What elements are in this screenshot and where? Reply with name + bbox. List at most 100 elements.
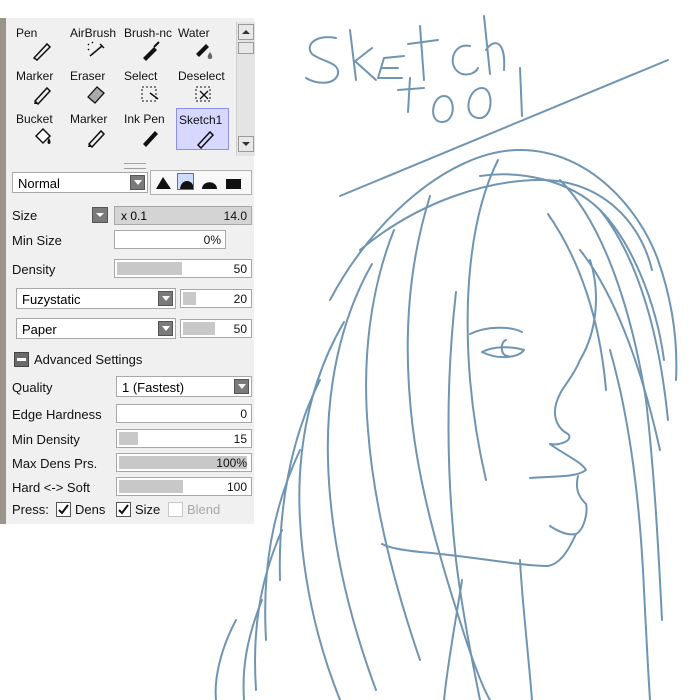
texture-strength-fill <box>183 292 196 305</box>
size-multiplier-dropdown[interactable] <box>92 207 108 223</box>
hard-soft-value: 100 <box>226 480 247 494</box>
chevron-down-icon <box>234 379 249 394</box>
density-slider[interactable]: 50 <box>114 259 252 278</box>
tool-scrollbar[interactable] <box>236 22 255 156</box>
paper-strength-slider[interactable]: 50 <box>180 319 252 338</box>
size-multiplier: x 0.1 <box>121 209 148 223</box>
tool-label: Marker <box>16 69 54 83</box>
size-label: Size <box>12 208 38 223</box>
portrait-sketch <box>214 149 678 700</box>
tool-label: Pen <box>16 26 38 40</box>
handwritten-text <box>305 15 669 197</box>
scroll-thumb[interactable] <box>238 42 254 54</box>
quality-label: Quality <box>12 380 53 395</box>
collapse-advanced-button[interactable] <box>14 352 29 367</box>
marker-icon <box>33 86 52 105</box>
max-dens-prs-slider[interactable]: 100% <box>116 453 252 472</box>
chevron-down-icon <box>96 213 104 217</box>
quality-select[interactable]: 1 (Fastest) <box>116 376 252 397</box>
max-dens-prs-label: Max Dens Prs. <box>12 456 98 471</box>
hard-soft-fill <box>119 480 183 493</box>
tool-deselect[interactable]: Deselect <box>176 65 229 107</box>
tool-marker[interactable]: Marker <box>14 65 67 107</box>
blend-mode-select[interactable]: Normal <box>12 172 148 193</box>
arrow-up-icon <box>242 30 250 34</box>
texture-strength-slider[interactable]: 20 <box>180 289 252 308</box>
checkmark-icon <box>118 504 129 515</box>
eraser-icon <box>87 86 105 104</box>
tip-round-icon[interactable] <box>177 173 194 190</box>
press-size-label: Size <box>135 502 161 517</box>
underline-stroke <box>339 59 669 197</box>
pen-icon <box>32 42 52 61</box>
edge-hardness-slider[interactable]: 0 <box>116 404 252 423</box>
min-density-slider[interactable]: 15 <box>116 429 252 448</box>
tip-square-icon[interactable] <box>225 174 242 191</box>
press-blend-label: Blend <box>187 502 221 517</box>
tool-label: Bucket <box>16 112 53 126</box>
brush-tool-panel: Pen AirBrush Brush-nc Water Marker Eraser Sele… <box>0 18 255 524</box>
size-value: 14.0 <box>223 209 247 223</box>
panel-resize-grip[interactable] <box>124 163 146 169</box>
scroll-up-button[interactable] <box>238 24 254 40</box>
tool-label: Eraser <box>70 69 106 83</box>
min-size-value: 0% <box>203 233 221 247</box>
press-dens-label: Dens <box>75 502 106 517</box>
tool-sketch1[interactable]: Sketch1 <box>176 108 229 150</box>
press-label: Press: <box>12 502 49 517</box>
blend-mode-value: Normal <box>18 176 60 191</box>
chevron-down-icon <box>158 321 173 336</box>
size-slider[interactable]: x 0.1 14.0 <box>114 206 252 225</box>
min-density-label: Min Density <box>12 432 80 447</box>
press-size-checkbox[interactable] <box>116 502 131 517</box>
tool-ink-pen[interactable]: Ink Pen <box>122 108 175 150</box>
airbrush-icon <box>87 41 105 57</box>
tool-water[interactable]: Water <box>176 22 229 64</box>
tool-label: Select <box>124 69 158 83</box>
tool-label: Water <box>178 26 210 40</box>
chevron-down-icon <box>158 291 173 306</box>
density-value: 50 <box>233 262 247 276</box>
checkmark-icon <box>58 504 69 515</box>
tool-brush-nc[interactable]: Brush-nc <box>122 22 175 64</box>
tool-bucket[interactable]: Bucket <box>14 108 67 150</box>
marker-icon <box>87 129 106 148</box>
tool-select[interactable]: Select <box>122 65 175 107</box>
tip-flat-icon[interactable] <box>201 174 218 191</box>
brush-tip-shapes <box>150 170 252 195</box>
texture-name: Fuzystatic <box>22 292 81 307</box>
tool-airbrush[interactable]: AirBrush <box>68 22 121 64</box>
hard-soft-label: Hard <-> Soft <box>12 480 91 495</box>
min-size-slider[interactable]: 0% <box>114 230 226 249</box>
select-icon <box>141 86 159 102</box>
tool-marker[interactable]: Marker <box>68 108 121 150</box>
texture-select[interactable]: Fuzystatic <box>16 288 176 309</box>
tip-sharp-icon[interactable] <box>155 174 172 191</box>
ink-pen-icon <box>143 131 158 147</box>
paper-strength-value: 50 <box>233 322 247 336</box>
tool-pen[interactable]: Pen <box>14 22 67 64</box>
arrow-down-icon <box>242 142 250 146</box>
tool-eraser[interactable]: Eraser <box>68 65 121 107</box>
min-density-fill <box>119 432 138 445</box>
deselect-icon <box>195 86 211 102</box>
water-icon <box>196 44 213 59</box>
min-size-label: Min Size <box>12 233 62 248</box>
edge-hardness-value: 0 <box>240 407 247 421</box>
edge-hardness-label: Edge Hardness <box>12 407 102 422</box>
density-fill <box>117 262 182 275</box>
advanced-settings-label: Advanced Settings <box>34 352 143 367</box>
brush-icon <box>143 41 160 61</box>
hard-soft-slider[interactable]: 100 <box>116 477 252 496</box>
tool-label: Marker <box>70 112 108 126</box>
paper-texture-select[interactable]: Paper <box>16 318 176 339</box>
tool-label: Ink Pen <box>124 112 165 126</box>
bucket-icon <box>34 127 52 145</box>
press-blend-checkbox[interactable] <box>168 502 183 517</box>
density-label: Density <box>12 262 56 277</box>
sketch-icon <box>196 130 215 149</box>
minus-icon <box>17 358 26 361</box>
max-dens-prs-value: 100% <box>216 456 247 470</box>
press-dens-checkbox[interactable] <box>56 502 71 517</box>
scroll-down-button[interactable] <box>238 136 254 152</box>
